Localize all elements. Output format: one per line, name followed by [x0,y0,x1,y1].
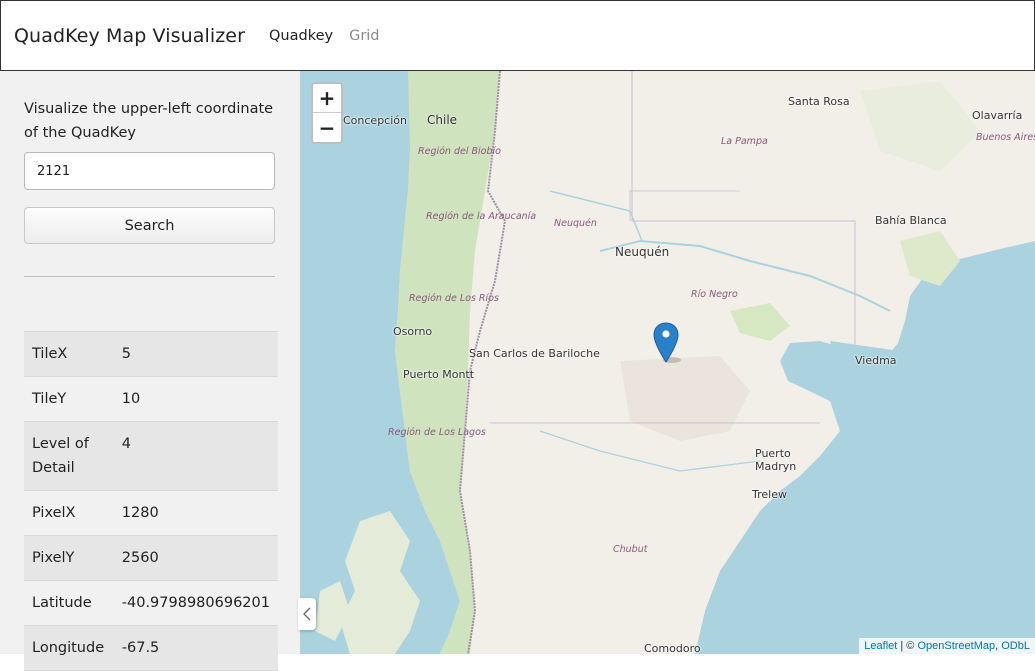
row-value: 4 [113,421,278,491]
table-row: PixelX 1280 [24,490,278,536]
place-label: Bahía Blanca [875,214,947,227]
map-attribution: Leaflet | © OpenStreetMap, ODbL [859,638,1035,654]
nav-link-quadkey[interactable]: Quadkey [269,28,333,44]
place-label: Región de Los Ríos [409,293,499,304]
table-row: PixelY 2560 [24,535,278,581]
chevron-left-icon [303,607,311,621]
place-label: Olavarría [972,109,1023,122]
place-label: Chubut [613,544,648,555]
quadkey-input[interactable] [24,152,275,190]
row-value: 5 [113,331,278,377]
row-value: 10 [113,376,278,422]
map-pin-icon[interactable] [653,322,681,364]
row-value: -40.9798980696201 [113,580,278,626]
table-row: TileX 5 [24,331,278,377]
table-row: Longitude -67.5 [24,625,278,671]
odbl-link[interactable]: ODbL [1001,640,1030,652]
sidebar-collapse-button[interactable] [298,598,316,630]
map-view[interactable]: + − Concepción Chile Región del Biobío R… [300,71,1035,654]
leaflet-link[interactable]: Leaflet [864,640,897,652]
search-button[interactable]: Search [24,207,275,244]
row-key: PixelX [24,490,114,536]
place-label: Osorno [393,325,433,338]
place-label: Trelew [752,488,787,501]
place-label: Concepción [343,114,407,127]
row-key: Longitude [24,625,114,671]
sidebar: Visualize the upper-left coordinate of t… [0,71,300,671]
place-label: Región de Los Lagos [388,427,486,438]
brand-title[interactable]: QuadKey Map Visualizer [14,25,245,47]
nav-link-grid[interactable]: Grid [349,28,379,44]
place-label: Comodoro [644,642,701,654]
place-label: Región del Biobío [418,146,501,157]
zoom-in-button[interactable]: + [313,84,341,113]
tile-info-table: TileX 5 TileY 10 Level of Detail 4 PixelX 12… [24,331,278,671]
place-label: San Carlos de Bariloche [469,347,600,360]
place-label: Santa Rosa [788,95,850,108]
row-key: Level of Detail [24,421,114,491]
table-row: Latitude -40.9798980696201 [24,580,278,626]
quadkey-prompt-label: Visualize the upper-left coordinate of t… [24,101,274,141]
row-key: Latitude [24,580,114,626]
place-label: Región de la Araucanía [426,211,537,222]
place-label: Puerto Montt [403,368,475,381]
table-row: Level of Detail 4 [24,421,278,491]
openstreetmap-link[interactable]: OpenStreetMap [917,640,995,652]
attribution-separator: | © [897,640,918,652]
divider [24,276,275,277]
place-label: Río Negro [691,289,738,300]
row-key: PixelY [24,535,114,581]
place-label: Neuquén [615,245,670,259]
row-value: 2560 [113,535,278,581]
place-label: Viedma [855,354,897,367]
place-label: Puerto Madryn [755,447,797,473]
place-label: La Pampa [721,136,768,147]
place-label: Buenos Aires [976,132,1035,143]
row-key: TileX [24,331,114,377]
zoom-out-button[interactable]: − [313,113,341,142]
place-label: Chile [427,113,458,127]
row-key: TileY [24,376,114,422]
place-label: Neuquén [554,218,597,229]
row-value: -67.5 [113,625,278,671]
zoom-control: + − [311,82,343,144]
table-row: TileY 10 [24,376,278,422]
row-value: 1280 [113,490,278,536]
navbar: QuadKey Map Visualizer Quadkey Grid [0,0,1035,71]
